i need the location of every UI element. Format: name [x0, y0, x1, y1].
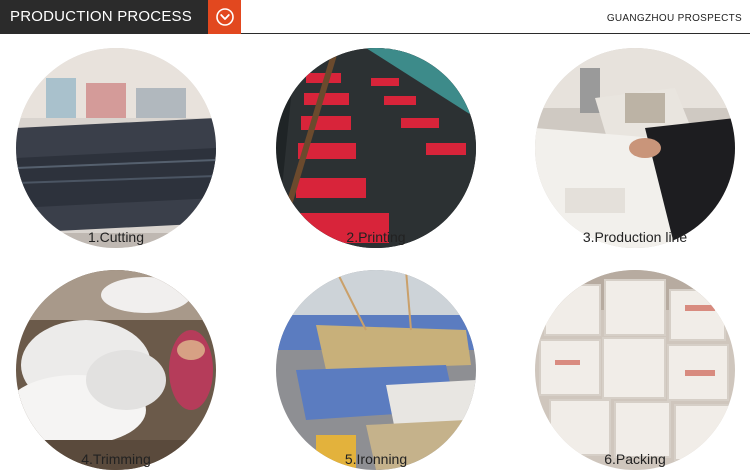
- step-label-production-line: 3.Production line: [582, 229, 688, 245]
- trimming-photo: [16, 270, 216, 470]
- production-line-photo: [535, 48, 735, 248]
- brand-name: GUANGZHOU PROSPECTS: [606, 13, 742, 24]
- header-divider: [241, 33, 750, 34]
- ironing-photo: [276, 270, 476, 470]
- chevron-down-icon: [208, 0, 241, 34]
- step-label-cutting: 1.Cutting: [87, 229, 145, 245]
- header-bar: PRODUCTION PROCESS GUANGZHOU PROSPECTS: [0, 0, 750, 34]
- step-label-packing: 6.Packing: [604, 451, 666, 467]
- step-label-ironing: 5.Ironning: [344, 451, 408, 467]
- cutting-photo: [16, 48, 216, 248]
- packing-photo: [535, 270, 735, 470]
- step-label-trimming: 4.Trimming: [81, 451, 151, 467]
- step-label-printing: 2.Printing: [346, 229, 406, 245]
- page-title: PRODUCTION PROCESS: [0, 0, 208, 34]
- printing-photo: [276, 48, 476, 248]
